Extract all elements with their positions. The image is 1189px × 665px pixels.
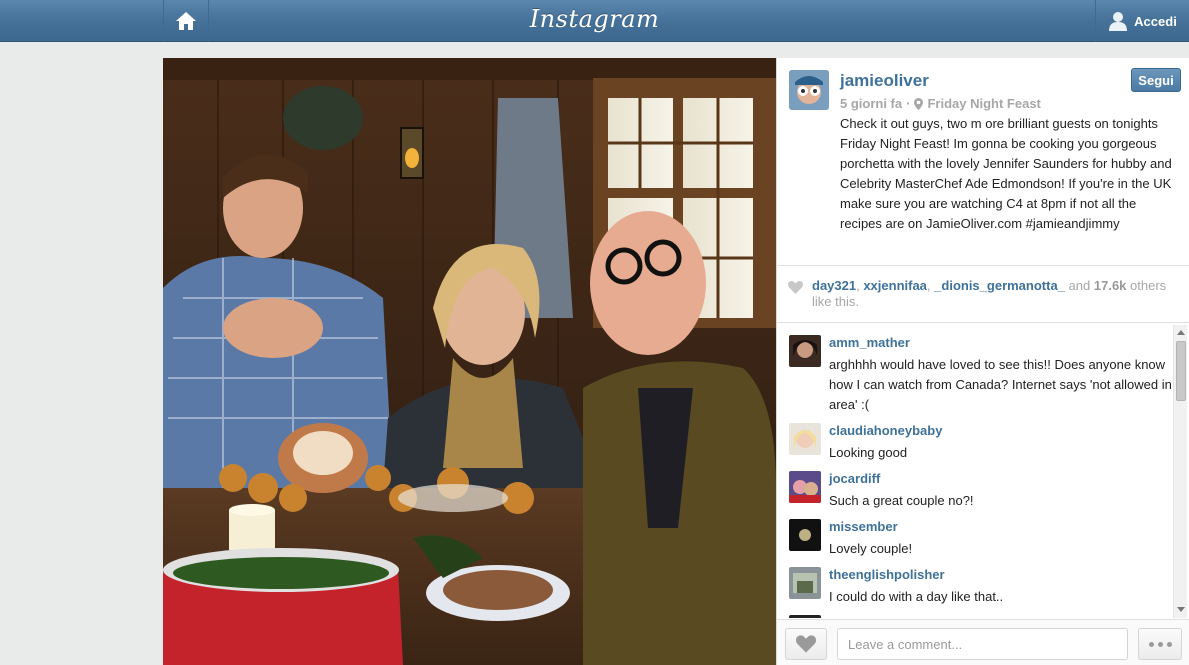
scroll-up-arrow-icon[interactable] — [1177, 330, 1185, 335]
like-button[interactable] — [785, 628, 827, 660]
heart-icon — [788, 281, 803, 294]
scroll-down-arrow-icon[interactable] — [1177, 607, 1185, 612]
likes-count[interactable]: 17.6k — [1094, 278, 1127, 293]
comment-username[interactable]: jocardiff — [829, 471, 880, 486]
follow-button[interactable]: Segui — [1131, 68, 1181, 92]
post-header: jamieoliver Segui 5 giorni fa · Friday N… — [777, 58, 1189, 266]
commenter-avatar[interactable] — [789, 519, 821, 551]
comment-text: Such a great couple no?! — [829, 493, 974, 508]
comment-text: Lovely couple! — [829, 541, 913, 556]
more-options-button[interactable] — [1138, 628, 1182, 660]
comment-username[interactable]: missember — [829, 519, 898, 534]
commenter-avatar[interactable] — [789, 423, 821, 455]
commenter-avatar[interactable] — [789, 471, 821, 503]
meta-separator: · — [906, 96, 911, 111]
comment-username[interactable]: theenglishpolisher — [829, 567, 945, 582]
login-label: Accedi — [1134, 13, 1177, 29]
comment-username[interactable]: claudiahoneybaby — [829, 423, 942, 438]
like-user[interactable]: day321 — [812, 278, 856, 293]
photo-image — [163, 58, 776, 665]
author-avatar-image — [789, 70, 829, 110]
user-icon — [1109, 12, 1128, 31]
post-caption: Check it out guys, two m ore brilliant g… — [840, 116, 1172, 231]
comment-input[interactable] — [837, 628, 1128, 660]
comments-list[interactable]: amm_mather arghhhh would have loved to s… — [777, 324, 1189, 618]
comment-text: arghhhh would have loved to see this!! D… — [829, 357, 1172, 412]
heart-icon — [796, 635, 816, 653]
likes-text: day321, xxjennifaa, _dionis_germanotta_ … — [812, 278, 1172, 310]
location-pin-icon — [914, 97, 924, 110]
like-user[interactable]: _dionis_germanotta_ — [934, 278, 1065, 293]
author-username[interactable]: jamieoliver — [840, 71, 929, 91]
ellipsis-icon — [1157, 641, 1163, 647]
top-bar: Instagram Accedi — [0, 0, 1189, 42]
post-meta: 5 giorni fa · Friday Night Feast — [840, 96, 1041, 111]
ellipsis-icon — [1166, 641, 1172, 647]
comment-text: I could do with a day like that.. — [829, 589, 1004, 604]
post-time[interactable]: 5 giorni fa — [840, 96, 902, 111]
likes-and: and — [1068, 278, 1091, 293]
scroll-thumb[interactable] — [1176, 341, 1186, 401]
commenter-avatar[interactable] — [789, 335, 821, 367]
comment-username[interactable]: amm_mather — [829, 335, 910, 350]
comments-scrollbar[interactable] — [1173, 325, 1187, 618]
author-avatar[interactable] — [789, 70, 829, 110]
commenter-avatar[interactable] — [789, 567, 821, 599]
ellipsis-icon — [1148, 641, 1154, 647]
post-photo[interactable] — [163, 58, 776, 665]
comment-bar — [777, 619, 1189, 665]
login-button[interactable]: Accedi — [1095, 0, 1189, 42]
post-detail-panel: jamieoliver Segui 5 giorni fa · Friday N… — [776, 58, 1189, 665]
commenter-avatar[interactable] — [789, 615, 821, 618]
likes-section: day321, xxjennifaa, _dionis_germanotta_ … — [777, 267, 1189, 323]
instagram-logo[interactable]: Instagram — [0, 2, 1189, 36]
comment-text: Looking good — [829, 445, 908, 460]
like-user[interactable]: xxjennifaa — [863, 278, 927, 293]
post-location[interactable]: Friday Night Feast — [927, 96, 1040, 111]
